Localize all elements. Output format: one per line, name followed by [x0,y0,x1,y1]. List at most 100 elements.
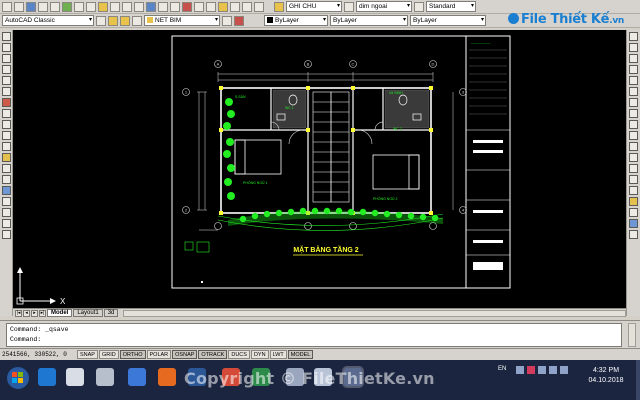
wifi-icon[interactable] [549,366,557,374]
tab-layout1[interactable]: Layout1 [73,309,103,317]
mirror-icon[interactable] [629,54,638,63]
ie-icon[interactable] [38,368,56,386]
next-tab-icon[interactable]: ▸ [31,309,38,317]
gradient-icon[interactable] [1,197,11,206]
paste-icon[interactable] [98,1,108,12]
copy-object-icon[interactable] [629,43,638,52]
snap-toggle[interactable]: SNAP [77,350,98,359]
line-icon[interactable] [1,32,11,41]
scale-icon[interactable] [629,109,638,118]
insert-block-icon[interactable] [1,153,11,162]
dyn-toggle[interactable]: DYN [250,350,269,359]
lwt-toggle[interactable]: LWT [269,350,287,359]
show-desktop-button[interactable] [636,360,640,400]
hatch-icon[interactable] [1,186,11,195]
flag-icon[interactable] [538,366,546,374]
command-line[interactable]: Command: _qsave Command: [6,323,622,347]
construction-line-icon[interactable] [1,43,11,52]
rotate-icon[interactable] [629,98,638,107]
trim-icon[interactable] [629,131,638,140]
start-icon[interactable] [6,366,30,390]
preview-icon[interactable] [50,1,60,12]
erase-icon[interactable] [629,32,638,41]
workspace-select[interactable]: AutoCAD Classic ▾ [2,15,94,26]
arc-icon[interactable] [1,87,11,96]
polygon-icon[interactable] [1,65,11,74]
layer-state-icon[interactable] [120,15,130,26]
layer-select[interactable]: NET BIM ▾ [144,15,220,26]
stretch-icon[interactable] [629,120,638,129]
orbit-icon[interactable] [629,230,638,239]
rectangle-icon[interactable] [1,76,11,85]
help-icon[interactable] [254,1,264,12]
media-icon[interactable] [66,368,84,386]
zoom-icon[interactable] [158,1,168,12]
extend-icon[interactable] [629,142,638,151]
mtext-icon[interactable] [1,230,11,239]
command-prompt[interactable]: Command: [10,335,618,345]
antivirus-icon[interactable] [516,366,524,374]
last-tab-icon[interactable]: ▸| [39,309,46,317]
ellipse-arc-icon[interactable] [1,142,11,151]
undo-icon[interactable] [122,1,132,12]
clock[interactable]: 4:32 PM 04.10.2018 [586,366,626,386]
sheet-set-icon[interactable] [218,1,228,12]
command-scrollbar[interactable] [628,323,636,347]
offset-icon[interactable] [629,65,638,74]
tab-3d[interactable]: 3d [103,309,119,317]
vpn-icon[interactable] [527,366,535,374]
prev-tab-icon[interactable]: ◂ [23,309,30,317]
layer-prev-icon[interactable] [132,15,142,26]
volume-icon[interactable] [560,366,568,374]
plot-icon[interactable] [38,1,48,12]
ducs-toggle[interactable]: DUCS [228,350,250,359]
model-space-canvas[interactable]: ~~~~~~~~~~~ PHÒNG NGỦ 1 PHÒNG NGỦ 2 WC 1… [13,30,626,308]
osnap-toggle[interactable]: OSNAP [172,350,198,359]
array-icon[interactable] [629,76,638,85]
ortho-toggle[interactable]: ORTHO [119,350,146,359]
table-style-select[interactable]: Standard ▾ [426,1,476,12]
calculator-icon[interactable] [242,1,252,12]
firefox-icon[interactable] [158,368,176,386]
ellipse-icon[interactable] [1,131,11,140]
markup-icon[interactable] [230,1,240,12]
qnew-icon[interactable] [2,1,12,12]
cut-icon[interactable] [74,1,84,12]
circle-icon[interactable] [1,98,11,107]
copy-icon[interactable] [86,1,96,12]
join-icon[interactable] [629,164,638,173]
pan-icon[interactable] [146,1,156,12]
zoom-window-icon[interactable] [170,1,180,12]
explode-icon[interactable] [629,197,638,206]
save-icon[interactable] [26,1,36,12]
tab-model[interactable]: Model [47,309,73,317]
camera-icon[interactable] [96,368,114,386]
make-block-icon[interactable] [1,164,11,173]
spline-icon[interactable] [1,120,11,129]
properties-icon[interactable] [182,1,192,12]
move-icon[interactable] [629,87,638,96]
layer-previous-icon[interactable] [234,15,244,26]
dim-style-select[interactable]: dim ngoai ▾ [356,1,412,12]
dimension-icon[interactable] [629,208,638,217]
folder-icon[interactable] [128,368,146,386]
tool-palettes-icon[interactable] [206,1,216,12]
revcloud-icon[interactable] [1,109,11,118]
redo-icon[interactable] [134,1,144,12]
break-icon[interactable] [629,153,638,162]
fillet-icon[interactable] [629,186,638,195]
zoom-realtime-icon[interactable] [629,219,638,228]
polyline-icon[interactable] [1,54,11,63]
publish-icon[interactable] [62,1,72,12]
linetype-control-select[interactable]: ByLayer ▾ [330,15,408,26]
polar-toggle[interactable]: POLAR [146,350,172,359]
color-control-select[interactable]: ByLayer ▾ [264,15,328,26]
language-indicator[interactable]: EN [498,366,506,372]
table-icon[interactable] [1,219,11,228]
point-icon[interactable] [1,175,11,184]
workspace-settings-icon[interactable] [96,15,106,26]
open-icon[interactable] [14,1,24,12]
otrack-toggle[interactable]: OTRACK [198,350,228,359]
grid-toggle[interactable]: GRID [98,350,119,359]
lineweight-control-select[interactable]: ByLayer ▾ [410,15,486,26]
